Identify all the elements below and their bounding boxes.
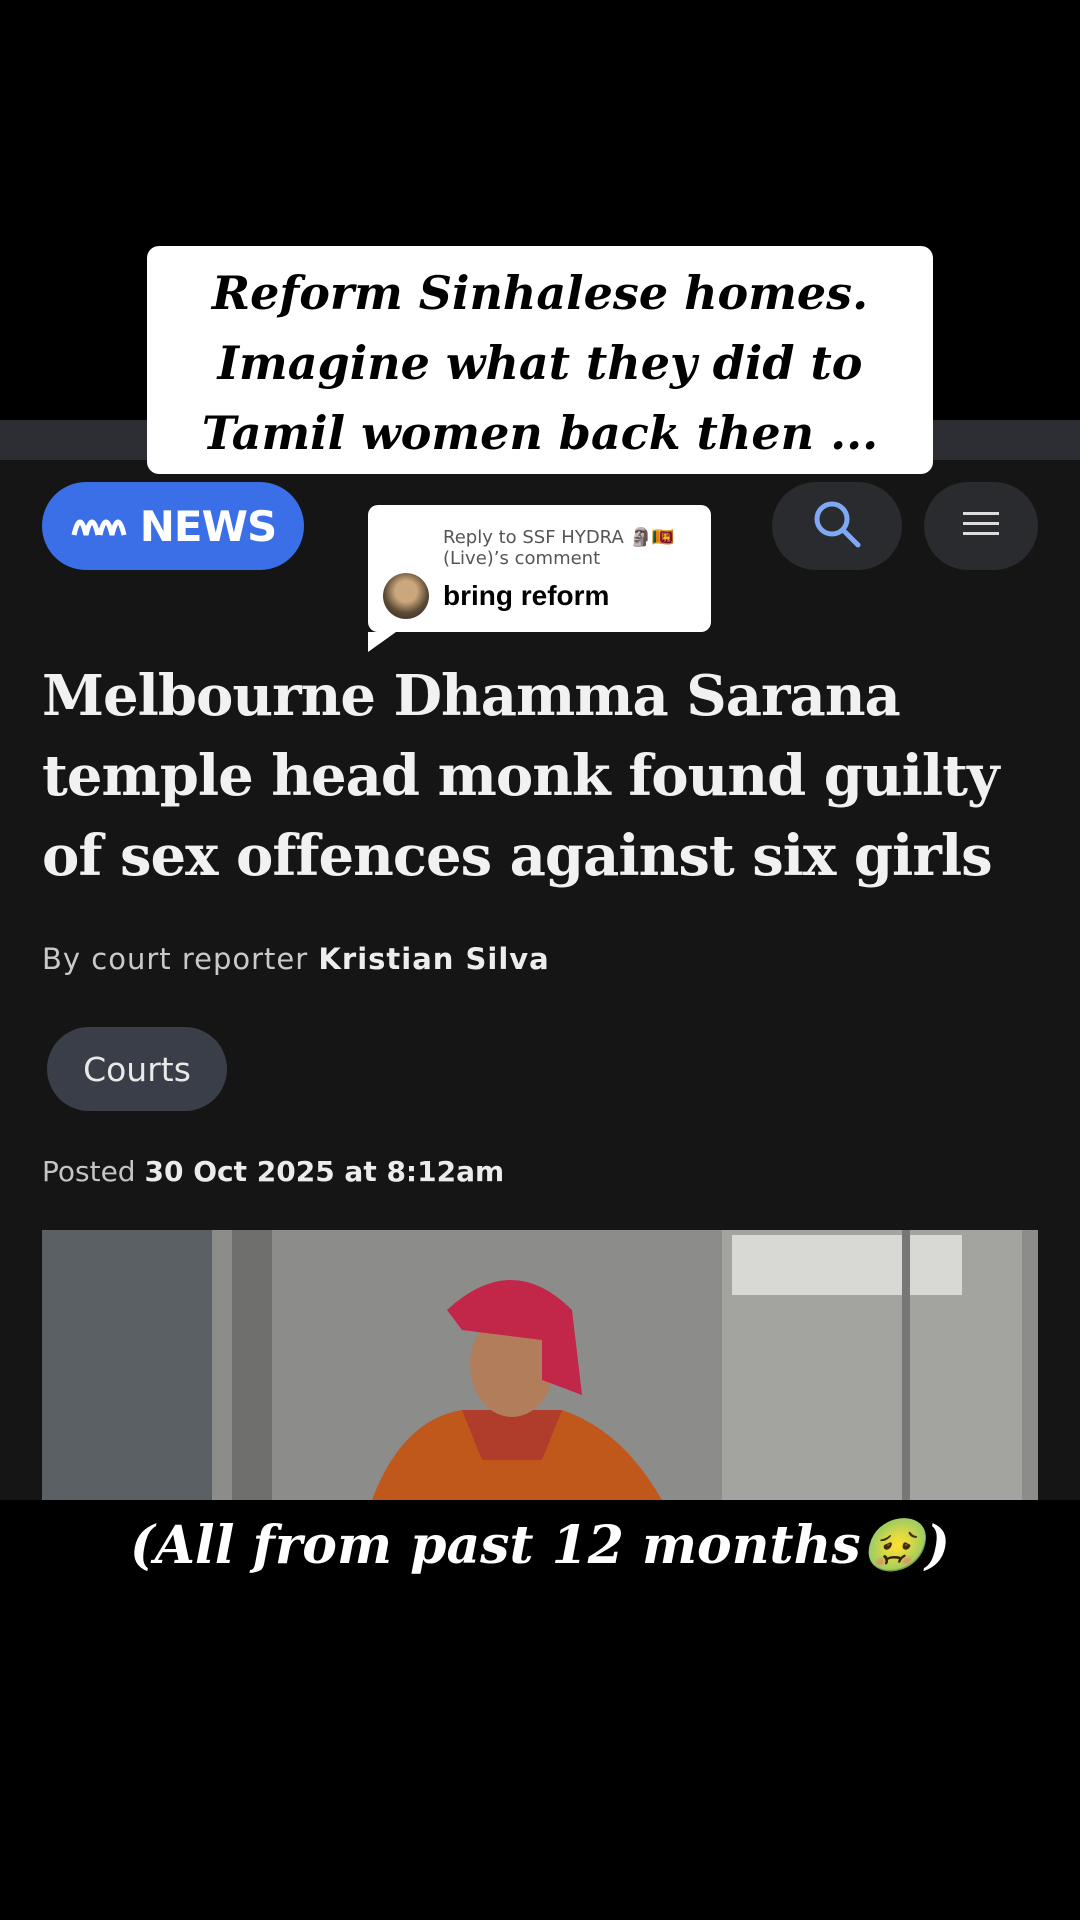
posted-datetime: 30 Oct 2025 at 8:12am [144,1155,505,1188]
abc-logo-icon [70,502,130,551]
topic-tag-courts[interactable]: Courts [47,1027,227,1111]
brand-label: NEWS [139,501,277,551]
avatar [383,573,429,619]
article-photo [42,1230,1038,1500]
caption-line-2: Imagine what they did to [217,336,863,390]
caption-line-3: Tamil women back then ... [201,406,879,460]
sticker-tail [368,632,396,652]
posted-prefix: Posted [42,1155,136,1188]
menu-button[interactable] [924,482,1038,570]
top-caption: Reform Sinhalese homes. Imagine what the… [147,246,933,474]
search-button[interactable] [772,482,902,570]
byline: By court reporter Kristian Silva [42,942,550,976]
posted-date: Posted 30 Oct 2025 at 8:12am [42,1155,504,1188]
reply-text: bring reform [443,580,610,611]
article-headline: Melbourne Dhamma Sarana temple head monk… [42,663,1000,889]
caption-line-1: Reform Sinhalese homes. [211,266,869,320]
author-link[interactable]: Kristian Silva [318,942,549,976]
search-icon [810,497,864,555]
menu-icon [961,509,1001,543]
abc-news-logo[interactable]: NEWS [42,482,304,570]
reply-meta: Reply to SSF HYDRA 🗿🇱🇰 (Live)’s comment [443,527,675,569]
byline-prefix: By court reporter [42,942,309,976]
reply-comment-sticker[interactable]: Reply to SSF HYDRA 🗿🇱🇰 (Live)’s comment … [368,505,711,652]
bottom-caption: (All from past 12 months🤢) [129,1515,950,1576]
